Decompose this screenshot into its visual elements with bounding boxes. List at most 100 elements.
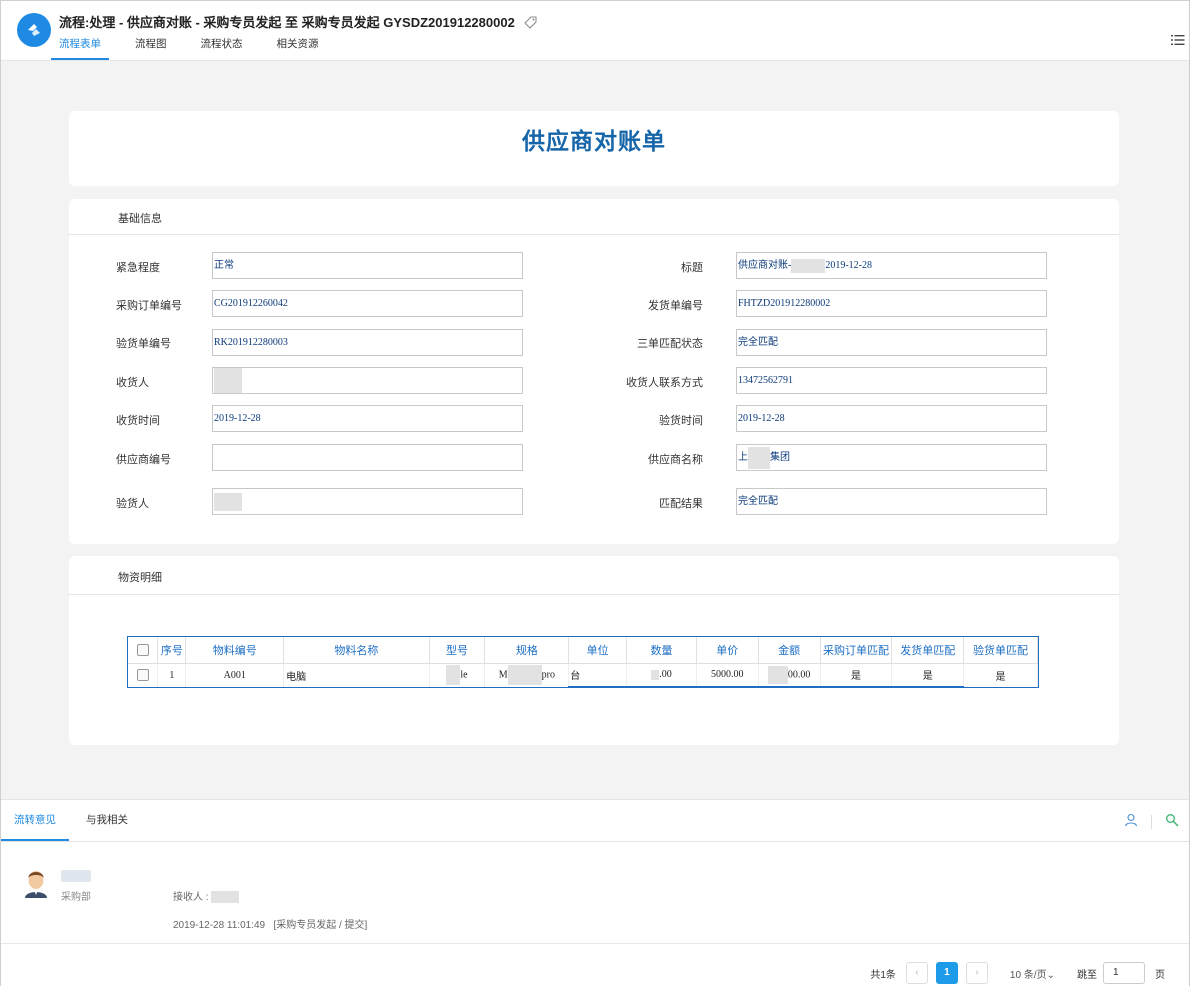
redacted-model <box>446 665 461 686</box>
cell-qty: .00 <box>626 663 697 688</box>
tools-divider <box>1151 814 1152 829</box>
match-status-field[interactable]: 完全匹配 <box>736 329 1047 356</box>
inspection-number-field[interactable]: RK201912280003 <box>212 329 523 356</box>
col-price: 单价 <box>696 637 759 664</box>
title-value-date: 2019-12-28 <box>825 260 873 271</box>
inspection-time-label: 验货时间 <box>659 415 703 427</box>
page-1-button[interactable]: 1 <box>935 962 958 984</box>
chevron-down-icon: ⌄ <box>1046 969 1055 981</box>
shipping-number-label: 发货单编号 <box>648 300 703 312</box>
shipping-number-value: FHTZD201912280002 <box>738 298 831 309</box>
col-qty: 数量 <box>626 637 697 664</box>
urgency-value: 正常 <box>214 260 234 271</box>
supplier-name-label: 供应商名称 <box>648 454 703 466</box>
inspection-time-value: 2019-12-28 <box>738 413 785 424</box>
receiver-contact-value: 13472562791 <box>738 375 793 386</box>
col-model: 型号 <box>429 637 486 664</box>
receive-time-field[interactable]: 2019-12-28 <box>212 405 523 432</box>
receive-time-value: 2019-12-28 <box>214 413 261 424</box>
col-insp-match: 验货单匹配 <box>963 637 1038 664</box>
process-title: 流程:处理 - 供应商对账 - 采购专员发起 至 采购专员发起 GYSDZ201… <box>59 12 537 32</box>
avatar <box>23 868 49 898</box>
redacted-spec <box>507 665 542 686</box>
col-amount: 金额 <box>758 637 821 664</box>
col-seq: 序号 <box>157 637 187 664</box>
row-checkbox[interactable] <box>136 669 149 682</box>
cell-price: 5000.00 <box>696 663 759 688</box>
cell-po-match: 是 <box>820 663 893 688</box>
inspection-time-field[interactable]: 2019-12-28 <box>736 405 1047 432</box>
cell-spec-prefix: M <box>498 669 508 681</box>
col-spec: 规格 <box>484 637 570 664</box>
tab-process-form[interactable]: 流程表单 <box>51 37 109 60</box>
basic-info-heading: 基础信息 <box>69 199 1119 235</box>
tab-related-resources[interactable]: 相关资源 <box>269 37 327 60</box>
redacted-commenter <box>61 870 91 882</box>
row-select-cell[interactable] <box>128 663 159 687</box>
match-result-value: 完全匹配 <box>738 496 778 507</box>
urgency-field[interactable]: 正常 <box>212 252 523 279</box>
table-header-row: 序号 物料编号 物料名称 型号 规格 单位 数量 单价 金额 采购订单匹配 发货… <box>128 637 1038 664</box>
cell-ship-match: 是 <box>891 663 965 688</box>
inspector-label: 验货人 <box>116 498 149 510</box>
match-status-label: 三单匹配状态 <box>637 338 703 350</box>
supplier-name-suffix: 集团 <box>770 452 790 463</box>
total-count: 共1条 <box>870 969 896 981</box>
tab-related-to-me[interactable]: 与我相关 <box>73 800 141 841</box>
page-unit-label: 页 <box>1155 969 1165 981</box>
inspector-field[interactable] <box>212 488 523 515</box>
page-size-text: 10 条/页 <box>1009 969 1047 981</box>
redacted-supplier-name <box>748 446 770 469</box>
supplier-code-field[interactable] <box>212 444 523 471</box>
receiver-contact-label: 收货人联系方式 <box>626 377 703 389</box>
form-title: 供应商对账单 <box>522 129 666 154</box>
cell-material-name: 电脑 <box>283 663 430 687</box>
tag-icon[interactable] <box>524 16 537 32</box>
cell-amount-text: 00.00 <box>787 669 811 681</box>
col-material-name: 物料名称 <box>283 637 430 664</box>
receiver: 接收人 : <box>173 888 240 904</box>
po-number-value: CG201912260042 <box>214 298 288 309</box>
tab-process-diagram[interactable]: 流程图 <box>127 37 175 60</box>
bottom-panel: 流转意见 与我相关 采购部 接收人 : 2019-12-28 11:01:49 … <box>1 799 1189 986</box>
select-all-cell[interactable] <box>128 637 159 664</box>
po-number-label: 采购订单编号 <box>116 300 182 312</box>
material-table: 序号 物料编号 物料名称 型号 规格 单位 数量 单价 金额 采购订单匹配 发货… <box>127 636 1039 688</box>
comment-meta: 2019-12-28 11:01:49 [采购专员发起 / 提交] <box>173 920 368 931</box>
commenter-dept: 采购部 <box>61 892 91 903</box>
receiver-label-text: 接收人 : <box>173 892 209 903</box>
select-all-checkbox[interactable] <box>136 643 149 656</box>
user-icon[interactable] <box>1124 813 1138 830</box>
next-page-button[interactable]: › <box>965 962 988 984</box>
redacted-inspector <box>214 492 242 511</box>
cell-spec-suffix: pro <box>541 669 555 681</box>
jump-label: 跳至 <box>1077 969 1097 981</box>
process-title-text: 流程:处理 - 供应商对账 - 采购专员发起 至 采购专员发起 GYSDZ201… <box>59 15 515 30</box>
pagination: 共1条 ‹ 1 › 10 条/页⌄ 跳至 1 页 <box>870 962 1165 984</box>
shipping-number-field[interactable]: FHTZD201912280002 <box>736 290 1047 317</box>
col-material-code: 物料编号 <box>185 637 285 664</box>
material-detail-heading: 物资明细 <box>69 556 1119 595</box>
search-icon[interactable] <box>1165 813 1179 830</box>
supplier-name-prefix: 上 <box>738 452 748 463</box>
col-po-match: 采购订单匹配 <box>820 637 893 664</box>
match-result-field[interactable]: 完全匹配 <box>736 488 1047 515</box>
page-size-select[interactable]: 10 条/页⌄ <box>1010 966 1055 981</box>
table-row[interactable]: 1 A001 电脑 le Mpro 台 .00 5000.00 00.00 是 … <box>128 663 1038 688</box>
supplier-name-field[interactable]: 上 集团 <box>736 444 1047 471</box>
po-number-field[interactable]: CG201912260042 <box>212 290 523 317</box>
tab-flow-comments[interactable]: 流转意见 <box>1 800 69 841</box>
basic-info-card: 基础信息 紧急程度 采购订单编号 验货单编号 收货人 收货时间 供应商编号 验货… <box>69 199 1119 544</box>
redacted-receiver-name <box>211 891 240 904</box>
tab-process-status[interactable]: 流程状态 <box>193 37 251 60</box>
prev-page-button[interactable]: ‹ <box>905 962 928 984</box>
match-result-label: 匹配结果 <box>659 498 703 510</box>
receiver-field[interactable] <box>212 367 523 394</box>
receiver-contact-field[interactable]: 13472562791 <box>736 367 1047 394</box>
jump-page-input[interactable]: 1 <box>1103 962 1145 984</box>
list-menu-icon[interactable] <box>1171 33 1185 47</box>
bottom-tabs: 流转意见 与我相关 <box>1 800 1189 842</box>
receiver-label: 收货人 <box>116 377 149 389</box>
title-label: 标题 <box>681 262 703 274</box>
title-field[interactable]: 供应商对账- 2019-12-28 <box>736 252 1047 279</box>
